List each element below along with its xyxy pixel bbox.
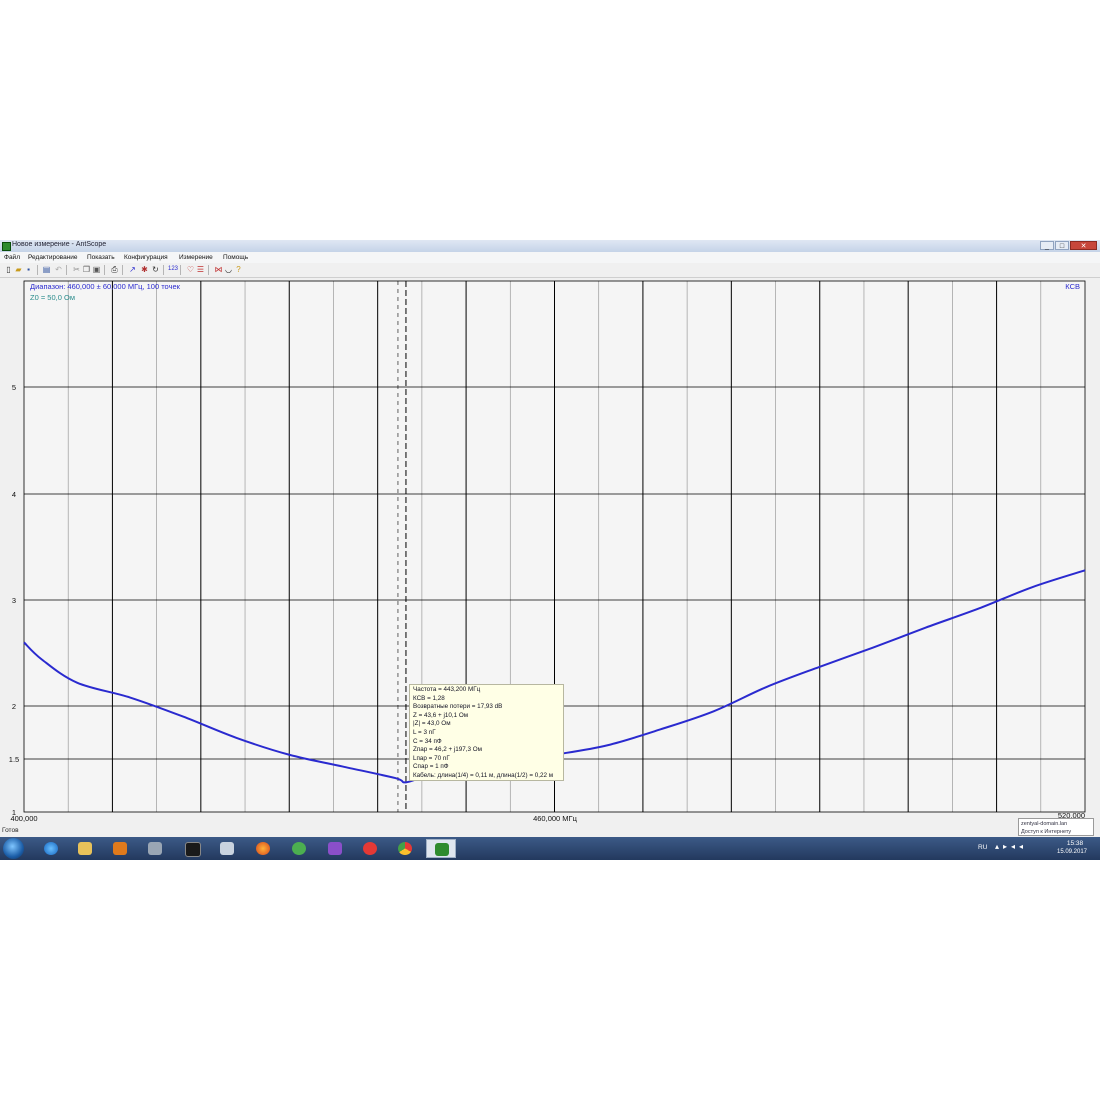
y-tick-label: 1.5: [9, 755, 19, 764]
status-text: Готов: [2, 827, 19, 834]
x-center-label: 460,000 МГц: [533, 814, 578, 823]
cut-icon[interactable]: ✂: [72, 265, 81, 274]
help-icon[interactable]: ?: [234, 265, 243, 274]
paste-icon[interactable]: ▣: [92, 265, 101, 274]
toolbar-separator: [66, 265, 67, 275]
y-tick-label: 2: [12, 702, 16, 711]
series-label: КСВ: [1065, 282, 1080, 291]
clock-date[interactable]: 15.09.2017: [1050, 849, 1094, 855]
marker-readout-tooltip: Частота = 443,200 МГц КСВ = 1,28 Возврат…: [409, 684, 564, 781]
readout-impedance: Z = 43,6 + j10,1 Ом: [413, 711, 469, 719]
toolbar-separator: [122, 265, 123, 275]
readout-cable-length: Кабель: длина(1/4) = 0,11 м, длина(1/2) …: [413, 771, 554, 779]
menu-configuration[interactable]: Конфигурация: [124, 254, 168, 261]
menu-measurement[interactable]: Измерение: [179, 254, 213, 261]
desktop-screen: Новое измерение - AntScope _ □ ✕ Файл Ре…: [0, 240, 1100, 860]
menu-edit[interactable]: Редактирование: [28, 254, 78, 261]
open-folder-icon[interactable]: ▰: [14, 265, 23, 274]
menu-bar: Файл Редактирование Показать Конфигураци…: [0, 252, 1100, 263]
yandex-browser-icon[interactable]: [355, 839, 385, 858]
z0-label: Z0 = 50,0 Ом: [30, 293, 75, 302]
scan-icon[interactable]: ⋈: [214, 265, 223, 274]
readout-swr: КСВ = 1,28: [413, 694, 445, 702]
y-tick-label: 3: [12, 596, 16, 605]
continuous-icon[interactable]: ◡: [224, 265, 233, 274]
undo-icon[interactable]: ↶: [54, 265, 63, 274]
marker-icon[interactable]: ♡: [186, 265, 195, 274]
readout-parallel-inductance: Lпар = 70 nГ: [413, 754, 450, 762]
refresh-icon[interactable]: ↻: [151, 265, 160, 274]
smith-chart-icon[interactable]: ☰: [196, 265, 205, 274]
terminal-icon[interactable]: [177, 839, 207, 858]
window-titlebar[interactable]: Новое измерение - AntScope _ □ ✕: [0, 240, 1100, 252]
clock-time[interactable]: 15:38: [1060, 840, 1090, 847]
window-title: Новое измерение - AntScope: [12, 241, 107, 248]
internet-explorer-icon[interactable]: [36, 839, 66, 858]
notification-status: Доступ к Интернету: [1021, 829, 1072, 835]
toolbar: ▯ ▰ ▪ ▤ ↶ ✂ ❐ ▣ ⎙ ↗ ✱ ↻ 123 ♡ ☰ ⋈ ◡ ?: [0, 263, 1100, 278]
readout-return-loss: Возвратные потери = 17,93 dB: [413, 703, 503, 711]
firefox-icon[interactable]: [248, 839, 278, 858]
export-icon[interactable]: ▤: [42, 265, 51, 274]
y-tick-label: 5: [12, 383, 16, 392]
antscope-app-icon: [2, 242, 11, 251]
maximize-button[interactable]: □: [1055, 241, 1069, 250]
toolbar-separator: [208, 265, 209, 275]
start-button-icon[interactable]: [3, 838, 24, 859]
chrome-icon[interactable]: [390, 839, 420, 858]
file-explorer-icon[interactable]: [70, 839, 100, 858]
toolbar-separator: [37, 265, 38, 275]
menu-file[interactable]: Файл: [4, 254, 20, 261]
minimize-button[interactable]: _: [1040, 241, 1054, 250]
visual-studio-icon[interactable]: [320, 839, 350, 858]
readout-capacitance: C = 34 пФ: [413, 737, 442, 745]
close-button[interactable]: ✕: [1070, 241, 1097, 250]
toolbar-separator: [180, 265, 181, 275]
windows-taskbar: RU ▴▸◂◂ 15:38 15.09.2017: [0, 837, 1100, 860]
notification-domain: zentyal-domain.lan: [1021, 821, 1068, 827]
chart-icon[interactable]: ↗: [128, 265, 137, 274]
toolbar-separator: [104, 265, 105, 275]
readout-parallel-impedance: Zпар = 46,2 + j197,3 Ом: [413, 746, 483, 754]
status-bar: Готов: [0, 825, 1100, 837]
settings-icon[interactable]: ✱: [140, 265, 149, 274]
copy-icon[interactable]: ❐: [82, 265, 91, 274]
range-label: Диапазон: 460,000 ± 60,000 МГц, 100 точе…: [30, 282, 181, 291]
readout-parallel-capacitance: Cпар = 1 пФ: [413, 763, 449, 771]
values-icon[interactable]: 123: [168, 265, 178, 274]
system-tray-icons[interactable]: ▴▸◂◂: [995, 842, 1027, 851]
vmware-icon[interactable]: [140, 839, 170, 858]
menu-help[interactable]: Помощь: [223, 254, 248, 261]
new-file-icon[interactable]: ▯: [4, 265, 13, 274]
readout-inductance: L = 3 nГ: [413, 728, 436, 736]
y-tick-label: 4: [12, 490, 16, 499]
readout-frequency: Частота = 443,200 МГц: [413, 686, 481, 693]
network-notification[interactable]: zentyal-domain.lan Доступ к Интернету: [1018, 818, 1094, 836]
readout-impedance-magnitude: |Z| = 43,0 Ом: [413, 720, 451, 728]
antscope-taskbar-icon[interactable]: [426, 839, 456, 858]
calculator-icon[interactable]: [212, 839, 242, 858]
input-language-indicator[interactable]: RU: [978, 844, 987, 851]
toolbar-separator: [163, 265, 164, 275]
media-player-icon[interactable]: [105, 839, 135, 858]
menu-view[interactable]: Показать: [87, 254, 115, 261]
x-start-label: 400,000: [10, 814, 37, 823]
save-icon[interactable]: ▪: [24, 265, 33, 274]
ccleaner-icon[interactable]: [284, 839, 314, 858]
print-icon[interactable]: ⎙: [110, 265, 119, 274]
